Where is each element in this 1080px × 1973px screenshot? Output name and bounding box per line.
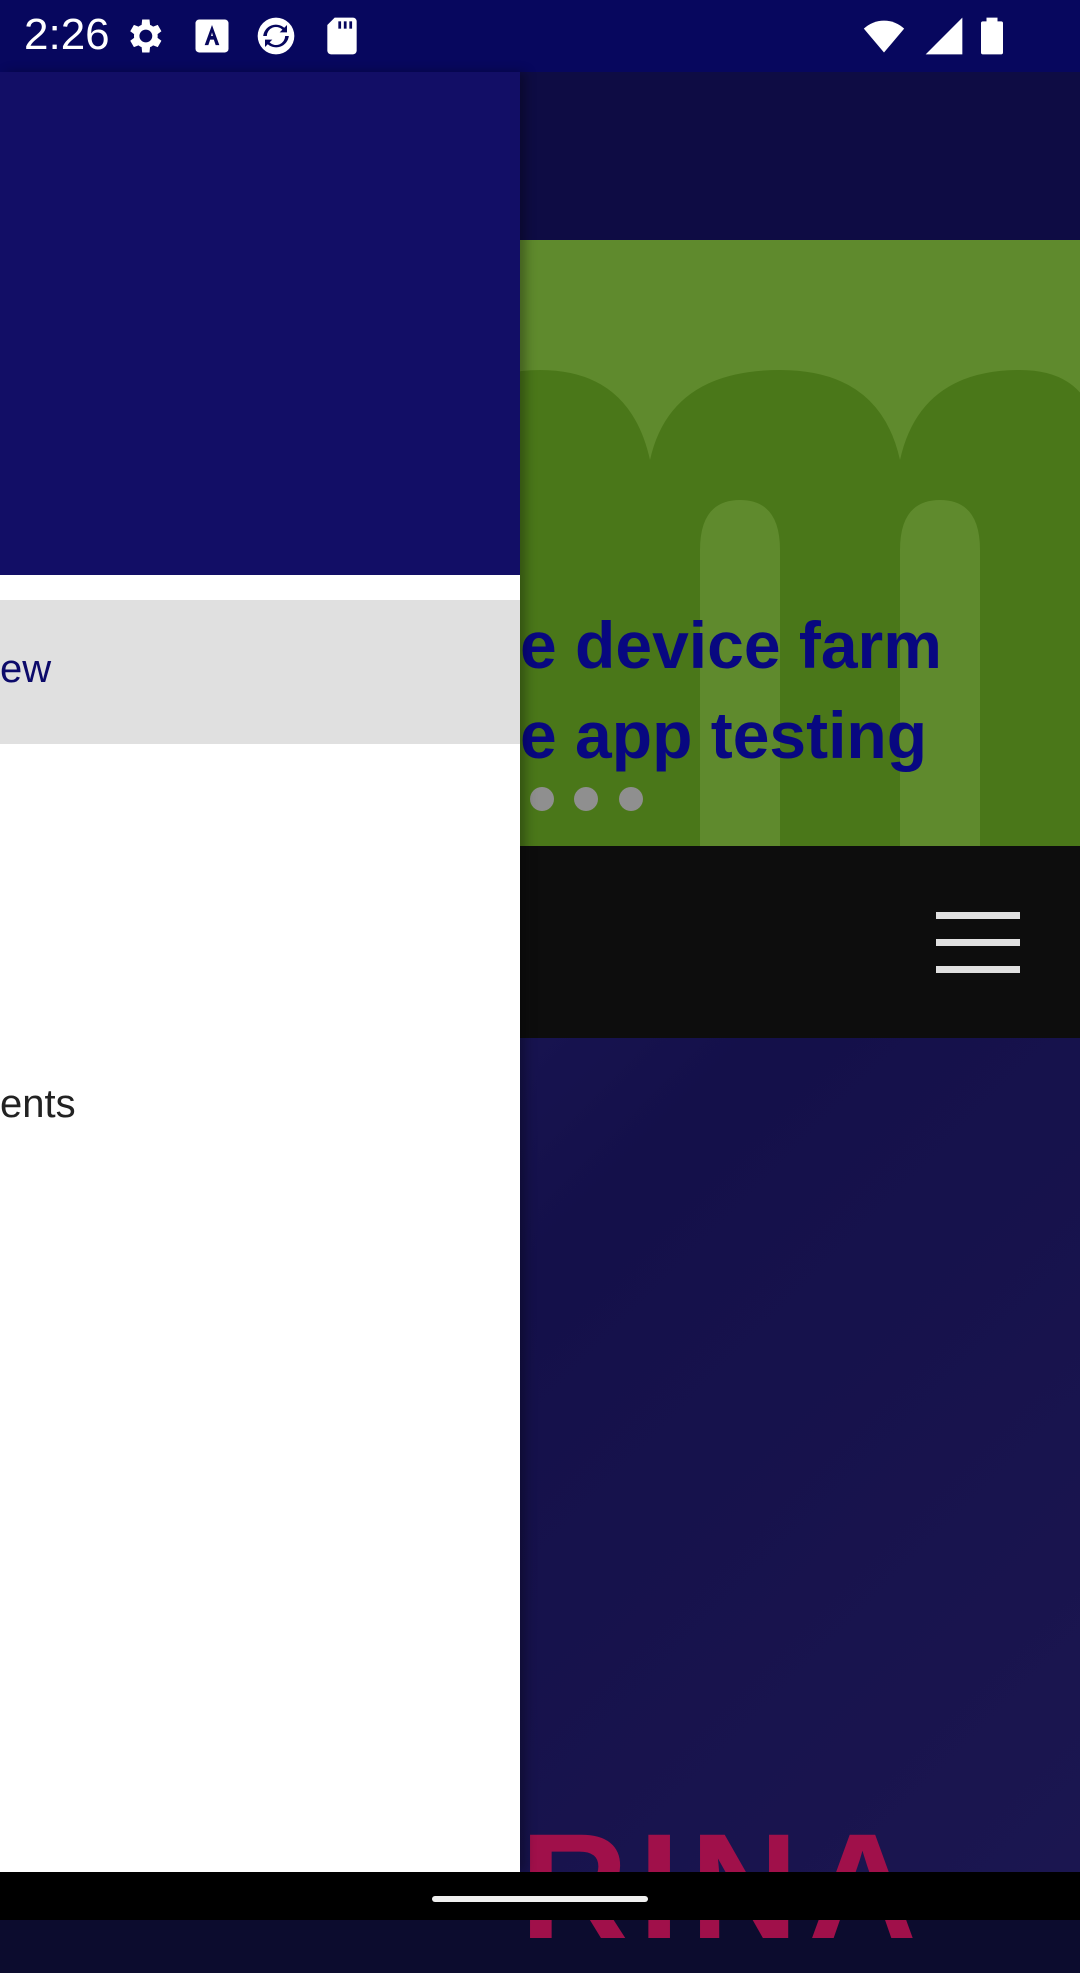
carousel-indicator <box>530 787 659 811</box>
wifi-icon <box>863 20 905 53</box>
gear-icon <box>130 19 162 53</box>
hero-headline-line2: e app testing <box>520 698 928 772</box>
hamburger-menu-icon[interactable] <box>936 910 1020 974</box>
hero-headline: e device farm e app testing <box>520 600 1080 780</box>
battery-icon <box>981 17 1003 55</box>
refresh-circle-icon <box>257 17 295 55</box>
home-gesture-pill[interactable] <box>432 1896 648 1902</box>
drawer-item-selected[interactable] <box>0 600 520 744</box>
drawer-header <box>0 72 520 575</box>
carousel-dot[interactable] <box>574 787 599 811</box>
navigation-drawer: ew ents <box>0 72 520 1872</box>
drawer-item-label[interactable]: ents <box>0 1082 76 1127</box>
status-time: 2:26 <box>24 10 110 59</box>
carousel-dot[interactable] <box>618 787 643 811</box>
sd-card-icon <box>327 17 357 55</box>
drawer-item-selected-label: ew <box>0 647 52 691</box>
font-a-icon <box>195 19 229 53</box>
hero-headline-line1: e device farm <box>520 608 942 682</box>
carousel-dot[interactable] <box>530 787 554 811</box>
signal-icon <box>925 17 963 55</box>
